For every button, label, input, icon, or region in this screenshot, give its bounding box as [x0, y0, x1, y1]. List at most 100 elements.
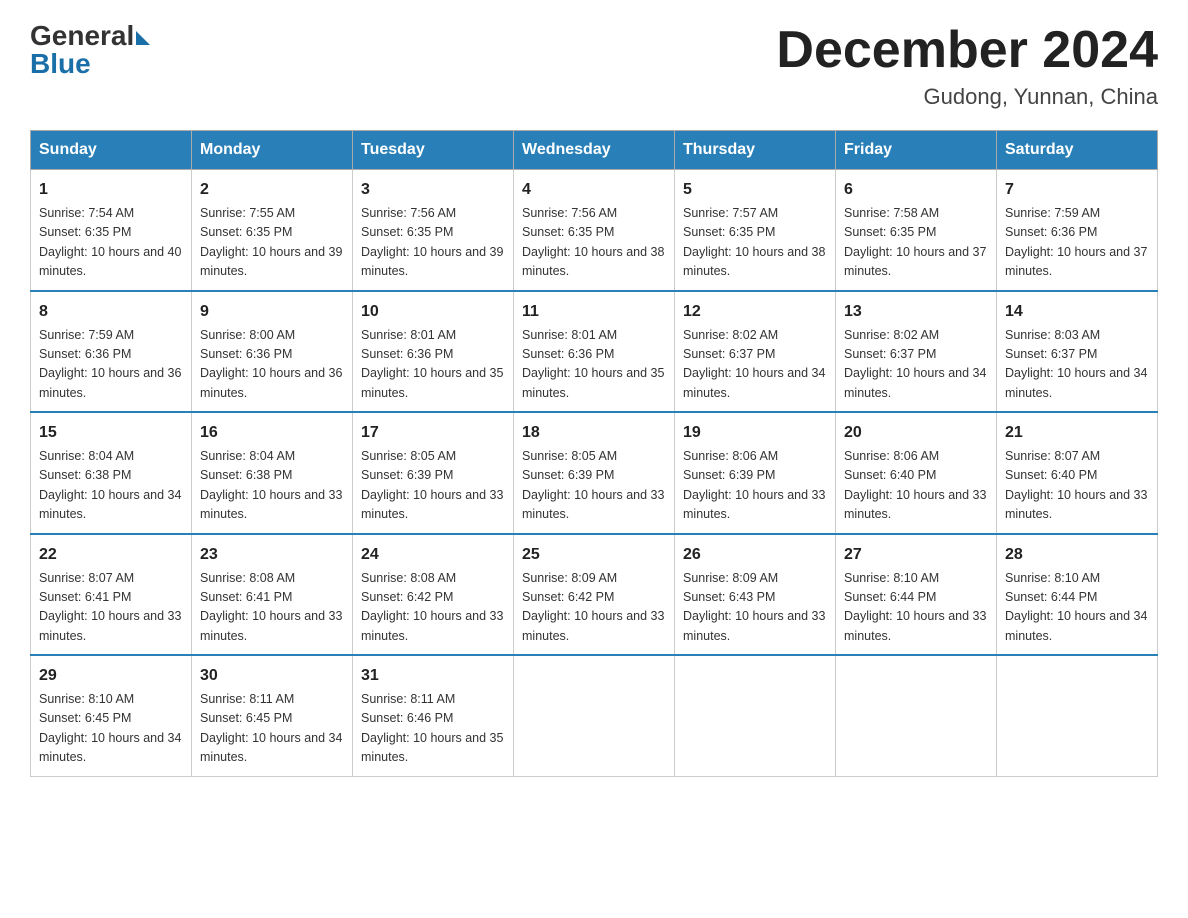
calendar-cell: 21Sunrise: 8:07 AMSunset: 6:40 PMDayligh…: [997, 412, 1158, 534]
day-number: 6: [844, 178, 988, 202]
day-number: 2: [200, 178, 344, 202]
day-info: Sunrise: 8:09 AMSunset: 6:43 PMDaylight:…: [683, 569, 827, 647]
logo: General Blue: [30, 20, 150, 80]
calendar-cell: 10Sunrise: 8:01 AMSunset: 6:36 PMDayligh…: [353, 291, 514, 413]
calendar-cell: 16Sunrise: 8:04 AMSunset: 6:38 PMDayligh…: [192, 412, 353, 534]
calendar-cell: 19Sunrise: 8:06 AMSunset: 6:39 PMDayligh…: [675, 412, 836, 534]
day-info: Sunrise: 8:08 AMSunset: 6:41 PMDaylight:…: [200, 569, 344, 647]
day-info: Sunrise: 8:10 AMSunset: 6:45 PMDaylight:…: [39, 690, 183, 768]
logo-arrow-icon: [136, 31, 150, 45]
calendar-cell: 13Sunrise: 8:02 AMSunset: 6:37 PMDayligh…: [836, 291, 997, 413]
header-day-monday: Monday: [192, 131, 353, 170]
day-number: 11: [522, 300, 666, 324]
day-info: Sunrise: 7:54 AMSunset: 6:35 PMDaylight:…: [39, 204, 183, 282]
day-number: 9: [200, 300, 344, 324]
logo-blue-text: Blue: [30, 48, 91, 80]
day-info: Sunrise: 8:01 AMSunset: 6:36 PMDaylight:…: [361, 326, 505, 404]
calendar-cell: 12Sunrise: 8:02 AMSunset: 6:37 PMDayligh…: [675, 291, 836, 413]
calendar-cell: 20Sunrise: 8:06 AMSunset: 6:40 PMDayligh…: [836, 412, 997, 534]
day-number: 23: [200, 543, 344, 567]
week-row-4: 22Sunrise: 8:07 AMSunset: 6:41 PMDayligh…: [31, 534, 1158, 656]
calendar-cell: 18Sunrise: 8:05 AMSunset: 6:39 PMDayligh…: [514, 412, 675, 534]
header-day-tuesday: Tuesday: [353, 131, 514, 170]
calendar-cell: 29Sunrise: 8:10 AMSunset: 6:45 PMDayligh…: [31, 655, 192, 776]
calendar-cell: 11Sunrise: 8:01 AMSunset: 6:36 PMDayligh…: [514, 291, 675, 413]
day-info: Sunrise: 8:04 AMSunset: 6:38 PMDaylight:…: [200, 447, 344, 525]
day-info: Sunrise: 8:08 AMSunset: 6:42 PMDaylight:…: [361, 569, 505, 647]
header-day-sunday: Sunday: [31, 131, 192, 170]
day-number: 18: [522, 421, 666, 445]
day-info: Sunrise: 7:59 AMSunset: 6:36 PMDaylight:…: [39, 326, 183, 404]
day-number: 24: [361, 543, 505, 567]
calendar-cell: 9Sunrise: 8:00 AMSunset: 6:36 PMDaylight…: [192, 291, 353, 413]
calendar-cell: 23Sunrise: 8:08 AMSunset: 6:41 PMDayligh…: [192, 534, 353, 656]
day-number: 13: [844, 300, 988, 324]
month-title: December 2024: [776, 20, 1158, 80]
calendar-cell: 2Sunrise: 7:55 AMSunset: 6:35 PMDaylight…: [192, 170, 353, 291]
day-number: 25: [522, 543, 666, 567]
day-info: Sunrise: 8:04 AMSunset: 6:38 PMDaylight:…: [39, 447, 183, 525]
calendar-cell: [836, 655, 997, 776]
day-number: 15: [39, 421, 183, 445]
week-row-5: 29Sunrise: 8:10 AMSunset: 6:45 PMDayligh…: [31, 655, 1158, 776]
calendar-cell: [997, 655, 1158, 776]
day-info: Sunrise: 8:06 AMSunset: 6:40 PMDaylight:…: [844, 447, 988, 525]
day-info: Sunrise: 7:59 AMSunset: 6:36 PMDaylight:…: [1005, 204, 1149, 282]
header-day-saturday: Saturday: [997, 131, 1158, 170]
calendar-cell: 15Sunrise: 8:04 AMSunset: 6:38 PMDayligh…: [31, 412, 192, 534]
header-day-friday: Friday: [836, 131, 997, 170]
week-row-2: 8Sunrise: 7:59 AMSunset: 6:36 PMDaylight…: [31, 291, 1158, 413]
calendar-cell: 5Sunrise: 7:57 AMSunset: 6:35 PMDaylight…: [675, 170, 836, 291]
day-info: Sunrise: 8:10 AMSunset: 6:44 PMDaylight:…: [844, 569, 988, 647]
location-title: Gudong, Yunnan, China: [776, 84, 1158, 110]
day-number: 3: [361, 178, 505, 202]
day-number: 8: [39, 300, 183, 324]
calendar-table: SundayMondayTuesdayWednesdayThursdayFrid…: [30, 130, 1158, 777]
day-number: 5: [683, 178, 827, 202]
day-number: 4: [522, 178, 666, 202]
calendar-cell: [675, 655, 836, 776]
day-info: Sunrise: 8:03 AMSunset: 6:37 PMDaylight:…: [1005, 326, 1149, 404]
day-number: 16: [200, 421, 344, 445]
calendar-cell: 17Sunrise: 8:05 AMSunset: 6:39 PMDayligh…: [353, 412, 514, 534]
day-info: Sunrise: 8:11 AMSunset: 6:45 PMDaylight:…: [200, 690, 344, 768]
calendar-cell: 24Sunrise: 8:08 AMSunset: 6:42 PMDayligh…: [353, 534, 514, 656]
day-info: Sunrise: 7:58 AMSunset: 6:35 PMDaylight:…: [844, 204, 988, 282]
header-row: SundayMondayTuesdayWednesdayThursdayFrid…: [31, 131, 1158, 170]
day-info: Sunrise: 8:05 AMSunset: 6:39 PMDaylight:…: [361, 447, 505, 525]
title-block: December 2024 Gudong, Yunnan, China: [776, 20, 1158, 110]
day-info: Sunrise: 8:06 AMSunset: 6:39 PMDaylight:…: [683, 447, 827, 525]
day-info: Sunrise: 8:01 AMSunset: 6:36 PMDaylight:…: [522, 326, 666, 404]
calendar-cell: 7Sunrise: 7:59 AMSunset: 6:36 PMDaylight…: [997, 170, 1158, 291]
day-number: 14: [1005, 300, 1149, 324]
week-row-1: 1Sunrise: 7:54 AMSunset: 6:35 PMDaylight…: [31, 170, 1158, 291]
day-number: 27: [844, 543, 988, 567]
day-info: Sunrise: 7:57 AMSunset: 6:35 PMDaylight:…: [683, 204, 827, 282]
day-info: Sunrise: 7:56 AMSunset: 6:35 PMDaylight:…: [522, 204, 666, 282]
day-info: Sunrise: 8:02 AMSunset: 6:37 PMDaylight:…: [683, 326, 827, 404]
day-info: Sunrise: 8:00 AMSunset: 6:36 PMDaylight:…: [200, 326, 344, 404]
calendar-cell: 26Sunrise: 8:09 AMSunset: 6:43 PMDayligh…: [675, 534, 836, 656]
day-info: Sunrise: 8:02 AMSunset: 6:37 PMDaylight:…: [844, 326, 988, 404]
day-info: Sunrise: 8:07 AMSunset: 6:41 PMDaylight:…: [39, 569, 183, 647]
day-info: Sunrise: 7:55 AMSunset: 6:35 PMDaylight:…: [200, 204, 344, 282]
day-number: 19: [683, 421, 827, 445]
day-info: Sunrise: 7:56 AMSunset: 6:35 PMDaylight:…: [361, 204, 505, 282]
day-number: 7: [1005, 178, 1149, 202]
day-number: 31: [361, 664, 505, 688]
day-number: 10: [361, 300, 505, 324]
day-info: Sunrise: 8:11 AMSunset: 6:46 PMDaylight:…: [361, 690, 505, 768]
day-number: 22: [39, 543, 183, 567]
calendar-cell: 3Sunrise: 7:56 AMSunset: 6:35 PMDaylight…: [353, 170, 514, 291]
day-number: 21: [1005, 421, 1149, 445]
calendar-cell: 1Sunrise: 7:54 AMSunset: 6:35 PMDaylight…: [31, 170, 192, 291]
day-number: 30: [200, 664, 344, 688]
calendar-cell: [514, 655, 675, 776]
day-number: 17: [361, 421, 505, 445]
day-number: 20: [844, 421, 988, 445]
day-info: Sunrise: 8:05 AMSunset: 6:39 PMDaylight:…: [522, 447, 666, 525]
calendar-cell: 22Sunrise: 8:07 AMSunset: 6:41 PMDayligh…: [31, 534, 192, 656]
page-header: General Blue December 2024 Gudong, Yunna…: [30, 20, 1158, 110]
calendar-cell: 31Sunrise: 8:11 AMSunset: 6:46 PMDayligh…: [353, 655, 514, 776]
calendar-cell: 27Sunrise: 8:10 AMSunset: 6:44 PMDayligh…: [836, 534, 997, 656]
